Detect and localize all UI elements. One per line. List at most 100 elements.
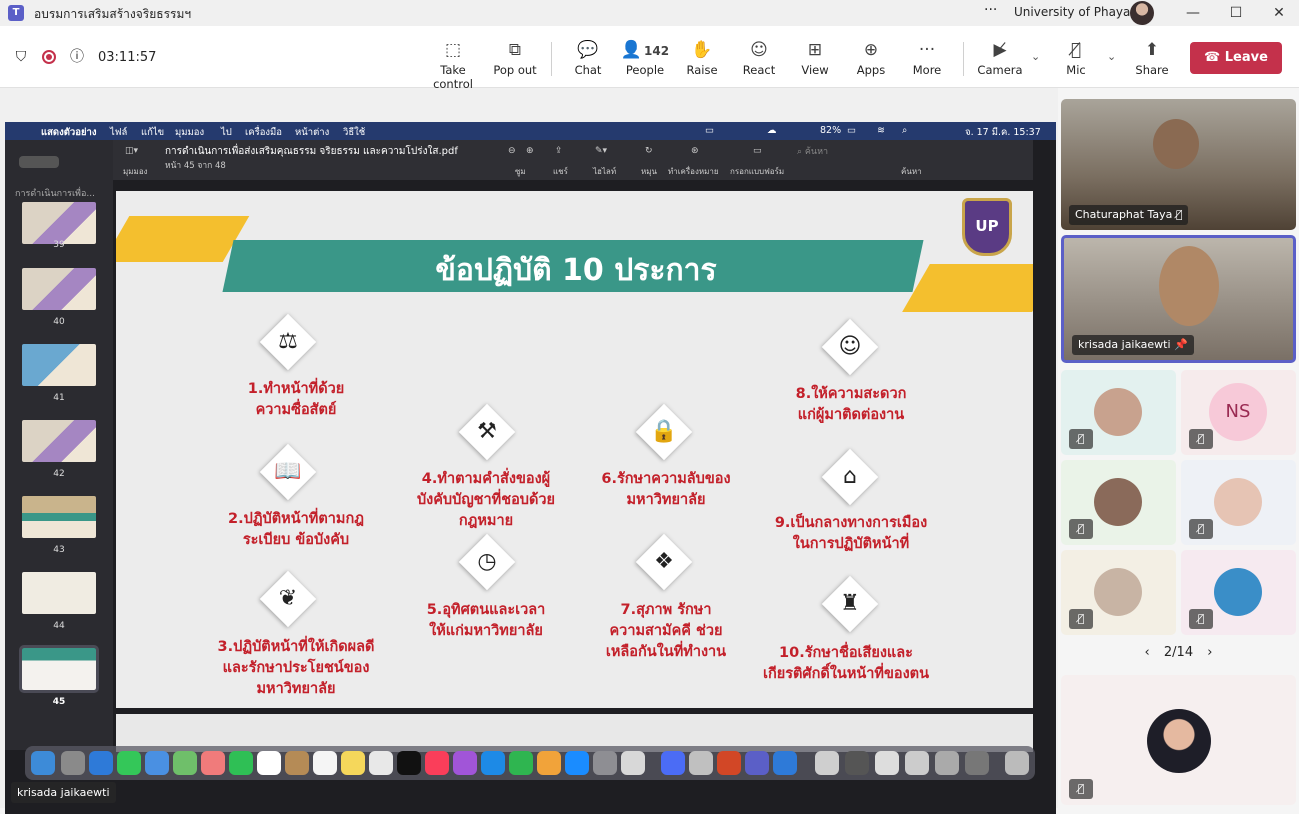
participant-tile[interactable]: 🎙̸ — [1061, 550, 1176, 635]
search-field[interactable]: ⌕ ค้นหา — [793, 145, 903, 159]
screen-mirror-icon[interactable]: ▭ — [705, 125, 714, 136]
maps-icon[interactable] — [173, 751, 197, 775]
menu-item[interactable]: หน้าต่าง — [295, 125, 329, 140]
numbers-icon[interactable] — [509, 751, 533, 775]
page-thumbnail-selected[interactable] — [19, 645, 99, 693]
react-button[interactable]: ☺ React — [729, 39, 789, 77]
raise-hand-button[interactable]: ✋ Raise — [672, 39, 732, 77]
minimized-window-icon[interactable] — [905, 751, 929, 775]
trash-icon[interactable] — [1005, 751, 1029, 775]
facetime-icon[interactable] — [229, 751, 253, 775]
page-thumbnail[interactable] — [22, 268, 96, 310]
photos-icon[interactable] — [201, 751, 225, 775]
view-button[interactable]: ⊞ View — [785, 39, 845, 77]
page-thumbnail[interactable] — [22, 202, 96, 244]
launchpad-icon[interactable] — [61, 751, 85, 775]
more-button[interactable]: ··· More — [897, 39, 957, 77]
shield-icon[interactable]: ⛉ — [12, 48, 30, 66]
battery-icon[interactable]: ▭ — [847, 125, 856, 136]
menu-item[interactable]: มุมมอง — [175, 125, 204, 140]
pdf-filename[interactable]: การดำเนินการเพื่อส่งเสริมคุณธรรม จริยธรร… — [165, 144, 458, 159]
info-icon[interactable]: ⓘ — [68, 48, 86, 66]
minimized-window-icon[interactable] — [875, 751, 899, 775]
people-button[interactable]: 👤 142 People — [615, 39, 675, 77]
powerpoint-icon[interactable] — [717, 751, 741, 775]
mail-icon[interactable] — [145, 751, 169, 775]
screen-share[interactable]: แสดงตัวอย่าง ไฟล์ แก้ไข มุมมอง ไป เครื่อ… — [5, 122, 1056, 814]
more-options-icon[interactable]: ··· — [984, 2, 997, 18]
participant-video-tile[interactable]: Chaturaphat Taya 🎙̸ — [1061, 99, 1296, 230]
page-thumbnail[interactable] — [22, 496, 96, 538]
menu-item[interactable]: เครื่องมือ — [245, 125, 282, 140]
page-thumbnail[interactable] — [22, 344, 96, 386]
participant-tile[interactable]: 🎙̸ — [1181, 550, 1296, 635]
camera-options-chevron-icon[interactable]: ⌄ — [1031, 50, 1040, 63]
zoom-out-icon[interactable]: ⊖ — [508, 146, 516, 156]
page-thumbnail[interactable] — [22, 420, 96, 462]
mic-options-chevron-icon[interactable]: ⌄ — [1107, 50, 1116, 63]
participant-tile[interactable]: NS 🎙̸ — [1181, 370, 1296, 455]
app-store-icon[interactable] — [565, 751, 589, 775]
mic-button[interactable]: 🎙̸ Mic — [1046, 39, 1106, 77]
chat-button[interactable]: 💬 Chat — [558, 39, 618, 77]
preview-icon[interactable] — [621, 751, 645, 775]
participant-tile[interactable]: 🎙̸ — [1061, 370, 1176, 455]
participant-tile[interactable]: 🎙̸ — [1061, 460, 1176, 545]
apps-button[interactable]: ⊕ Apps — [841, 39, 901, 77]
settings-icon[interactable] — [593, 751, 617, 775]
menu-app-name[interactable]: แสดงตัวอย่าง — [41, 125, 96, 140]
cloud-icon[interactable]: ☁ — [767, 125, 777, 136]
sidebar-toggle-button[interactable] — [19, 156, 59, 168]
participant-tile[interactable]: 🎙̸ — [1181, 460, 1296, 545]
camera-button[interactable]: ▶̸ Camera — [970, 39, 1030, 77]
minimized-window-icon[interactable] — [935, 751, 959, 775]
menu-item[interactable]: ไฟล์ — [110, 125, 127, 140]
calendar-icon[interactable] — [257, 751, 281, 775]
freeform-icon[interactable] — [369, 751, 393, 775]
minimized-window-icon[interactable] — [965, 751, 989, 775]
close-icon[interactable]: ✕ — [1269, 3, 1289, 23]
form-fill-icon[interactable]: ▭ — [753, 146, 762, 156]
zoom-in-icon[interactable]: ⊕ — [526, 146, 534, 156]
teams-icon[interactable] — [745, 751, 769, 775]
share-icon[interactable]: ⇪ — [555, 146, 563, 156]
menu-item[interactable]: ไป — [221, 125, 232, 140]
reminders-icon[interactable] — [313, 751, 337, 775]
finder-icon[interactable] — [31, 751, 55, 775]
next-page-chevron-icon[interactable]: › — [1207, 645, 1212, 660]
keynote-icon[interactable] — [481, 751, 505, 775]
search-icon[interactable]: ⌕ — [902, 125, 907, 136]
minimized-window-icon[interactable] — [845, 751, 869, 775]
finder-window-icon[interactable] — [689, 751, 713, 775]
messages-icon[interactable] — [117, 751, 141, 775]
participant-tile[interactable]: 🎙̸ — [1061, 675, 1296, 805]
safari-icon[interactable] — [89, 751, 113, 775]
contacts-icon[interactable] — [285, 751, 309, 775]
podcasts-icon[interactable] — [453, 751, 477, 775]
leave-button[interactable]: ☎ Leave — [1190, 42, 1282, 74]
user-avatar[interactable] — [1130, 1, 1154, 25]
highlight-icon[interactable]: ✎▾ — [595, 146, 607, 156]
previous-page-chevron-icon[interactable]: ‹ — [1145, 645, 1150, 660]
menu-item[interactable]: วิธีใช้ — [343, 125, 365, 140]
pop-out-button[interactable]: ⧉ Pop out — [485, 39, 545, 77]
active-speaker-video-tile[interactable]: krisada jaikaewti 📌 — [1061, 235, 1296, 363]
sidebar-view-icon[interactable]: ◫▾ — [125, 146, 138, 156]
page-thumbnail[interactable] — [22, 572, 96, 614]
messenger-icon[interactable] — [661, 751, 685, 775]
recording-icon[interactable] — [42, 50, 56, 64]
tv-icon[interactable] — [397, 751, 421, 775]
markup-icon[interactable]: ⊛ — [691, 146, 699, 156]
pages-icon[interactable] — [537, 751, 561, 775]
maximize-icon[interactable]: ☐ — [1226, 3, 1246, 23]
music-icon[interactable] — [425, 751, 449, 775]
menu-item[interactable]: แก้ไข — [141, 125, 164, 140]
share-button[interactable]: ⬆ Share — [1122, 39, 1182, 77]
safari-alt-icon[interactable] — [773, 751, 797, 775]
organization-name[interactable]: University of Phayao — [1014, 5, 1138, 19]
take-control-button[interactable]: ⬚ Take control — [422, 39, 484, 91]
minimized-window-icon[interactable] — [815, 751, 839, 775]
wifi-icon[interactable]: ≋ — [877, 125, 885, 136]
rotate-icon[interactable]: ↻ — [645, 146, 653, 156]
minimize-icon[interactable]: — — [1183, 3, 1203, 23]
